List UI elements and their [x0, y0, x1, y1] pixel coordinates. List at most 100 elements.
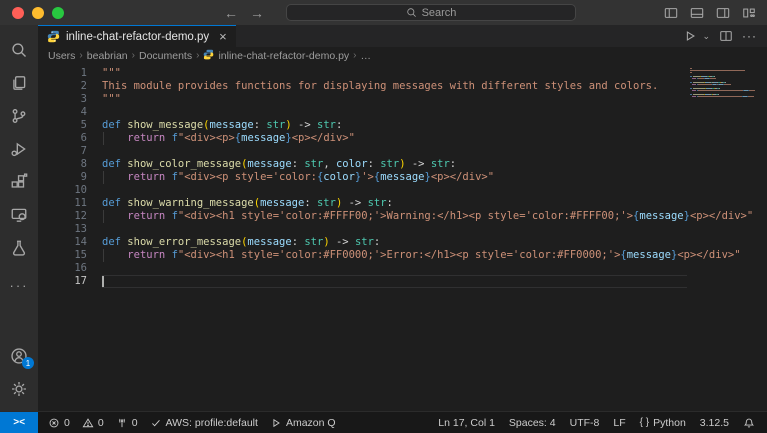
code-line-17: [102, 275, 767, 288]
code-line-4: [102, 106, 767, 119]
activity-testing-icon[interactable]: [0, 231, 38, 264]
status-label: 0: [98, 417, 104, 429]
bell-icon: [743, 417, 755, 429]
status-label: UTF-8: [570, 417, 600, 429]
activity-bar: ··· 1: [0, 25, 38, 411]
status-utf-8[interactable]: UTF-8: [570, 417, 600, 429]
tab-close-icon[interactable]: ×: [219, 29, 227, 44]
status-label: Amazon Q: [286, 417, 336, 429]
search-icon: [406, 7, 417, 18]
line-number: 6: [38, 132, 87, 145]
code-line-14: def show_error_message(message: str) -> …: [102, 236, 767, 249]
code-line-8: def show_color_message(message: str, col…: [102, 158, 767, 171]
breadcrumb-item[interactable]: …: [361, 50, 372, 62]
code-line-10: [102, 184, 767, 197]
status-label: Ln 17, Col 1: [438, 417, 495, 429]
breadcrumb-item[interactable]: beabrian: [87, 50, 128, 62]
tab-inline-chat-refactor-demo[interactable]: inline-chat-refactor-demo.py ×: [38, 25, 236, 47]
code-line-7: [102, 145, 767, 158]
status-aws-profile-default[interactable]: AWS: profile:default: [150, 417, 258, 429]
check-icon: [150, 417, 162, 429]
close-window-button[interactable]: [12, 7, 24, 19]
code-line-5: def show_message(message: str) -> str:: [102, 119, 767, 132]
status-ln-17-col-1[interactable]: Ln 17, Col 1: [438, 417, 495, 429]
breadcrumb-item[interactable]: Documents: [139, 50, 192, 62]
activity-more-icon[interactable]: ···: [10, 278, 29, 308]
activity-source-control-icon[interactable]: [0, 99, 38, 132]
activity-extensions-icon[interactable]: [0, 165, 38, 198]
minimap[interactable]: [690, 68, 762, 102]
line-number: 8: [38, 158, 87, 171]
toggle-panel-icon[interactable]: [689, 5, 705, 21]
line-number: 13: [38, 223, 87, 236]
error-icon: [48, 417, 60, 429]
status-amazon-q[interactable]: Amazon Q: [270, 417, 336, 429]
status-label: Spaces: 4: [509, 417, 556, 429]
status-0[interactable]: 0: [82, 417, 104, 429]
vscode-window: ← → Search ··· 1: [0, 0, 767, 433]
customize-layout-icon[interactable]: [741, 5, 757, 21]
activity-explorer-icon[interactable]: [0, 66, 38, 99]
split-editor-button[interactable]: [718, 28, 734, 44]
play-icon: [270, 417, 282, 429]
code-line-11: def show_warning_message(message: str) -…: [102, 197, 767, 210]
line-number: 17: [38, 275, 87, 288]
breadcrumb-separator: ›: [79, 50, 82, 61]
breadcrumb-separator: ›: [132, 50, 135, 61]
command-center-search[interactable]: Search: [286, 4, 576, 21]
code-editor[interactable]: 1234567891011121314151617 """This module…: [38, 64, 767, 411]
line-number: 3: [38, 93, 87, 106]
line-number-gutter: 1234567891011121314151617: [38, 67, 102, 411]
activity-remote-explorer-icon[interactable]: [0, 198, 38, 231]
remote-indicator-button[interactable]: ><: [0, 412, 38, 433]
radio-tower-icon: [116, 417, 128, 429]
line-number: 16: [38, 262, 87, 275]
minimize-window-button[interactable]: [32, 7, 44, 19]
status-label: Python: [653, 417, 686, 429]
search-placeholder: Search: [422, 7, 457, 19]
activity-search-icon[interactable]: [0, 33, 38, 66]
traffic-lights: [0, 7, 74, 19]
breadcrumb: Users › beabrian › Documents › inline-chat-ref…: [38, 47, 767, 64]
title-bar: ← → Search: [0, 0, 767, 25]
code-line-6: return f"<div><p>{message}<p></div>": [102, 132, 767, 145]
activity-run-and-debug-icon[interactable]: [0, 132, 38, 165]
code-line-12: return f"<div><h1 style='color:#FFFF00;'…: [102, 210, 767, 223]
activity-accounts-icon[interactable]: 1: [0, 339, 38, 372]
code-line-13: [102, 223, 767, 236]
code-line-15: return f"<div><h1 style='color:#FF0000;'…: [102, 249, 767, 262]
history-forward-button[interactable]: →: [250, 6, 264, 20]
breadcrumb-item[interactable]: Users: [48, 50, 75, 62]
breadcrumb-separator: ›: [196, 50, 199, 61]
tab-label: inline-chat-refactor-demo.py: [66, 31, 209, 43]
activity-settings-icon[interactable]: [0, 372, 38, 405]
breadcrumb-item[interactable]: inline-chat-refactor-demo.py: [203, 49, 349, 63]
toggle-secondary-sidebar-icon[interactable]: [715, 5, 731, 21]
toggle-primary-sidebar-icon[interactable]: [663, 5, 679, 21]
status-label: 3.12.5: [700, 417, 729, 429]
zoom-window-button[interactable]: [52, 7, 64, 19]
text-cursor: [102, 275, 104, 287]
tab-bar: inline-chat-refactor-demo.py × ⌄ ···: [38, 25, 767, 47]
status-0[interactable]: 0: [116, 417, 138, 429]
status-label: 0: [132, 417, 138, 429]
status-bell[interactable]: [743, 417, 755, 429]
status-3-12-5[interactable]: 3.12.5: [700, 417, 729, 429]
status-spaces-4[interactable]: Spaces: 4: [509, 417, 556, 429]
line-number: 12: [38, 210, 87, 223]
code-line-16: [102, 262, 767, 275]
line-number: 11: [38, 197, 87, 210]
code-line-2: This module provides functions for displ…: [102, 80, 767, 93]
status-bar: >< 0 0 0 AWS: profile:default Amazon Q Ln 17…: [0, 411, 767, 433]
braces-icon: { }: [640, 417, 649, 428]
editor-more-actions-button[interactable]: ···: [742, 29, 757, 43]
run-python-file-button[interactable]: [682, 28, 698, 44]
status-lf[interactable]: LF: [613, 417, 625, 429]
line-number: 10: [38, 184, 87, 197]
line-number: 9: [38, 171, 87, 184]
code-line-9: return f"<div><p style='color:{color}'>{…: [102, 171, 767, 184]
history-back-button[interactable]: ←: [224, 6, 238, 20]
status-python[interactable]: { } Python: [640, 417, 686, 429]
run-options-chevron-icon[interactable]: ⌄: [702, 31, 710, 42]
status-0[interactable]: 0: [48, 417, 70, 429]
